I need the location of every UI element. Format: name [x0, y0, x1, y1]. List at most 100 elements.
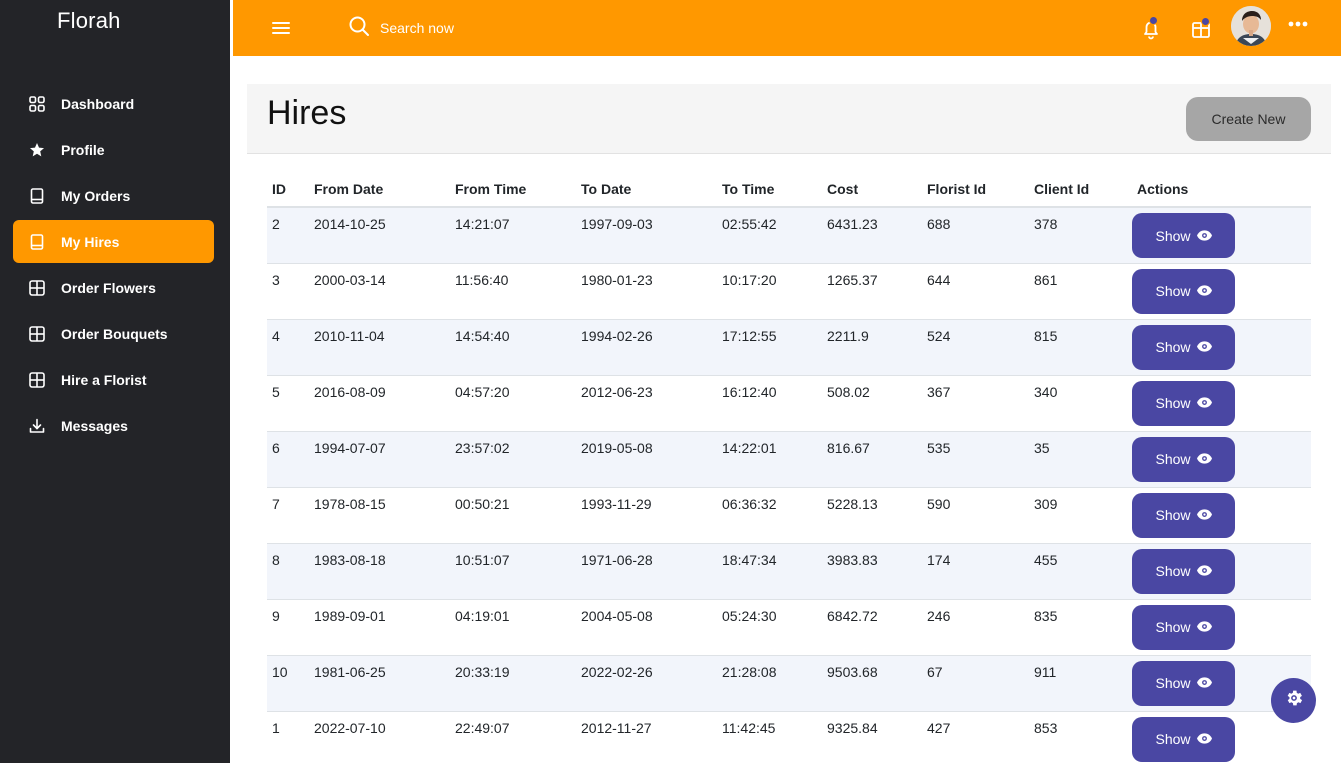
cell-actions: Show	[1132, 487, 1311, 544]
column-header-from-time: From Time	[450, 172, 576, 208]
sidebar-item-label: Order Bouquets	[61, 325, 168, 342]
sidebar-item-order-bouquets[interactable]: Order Bouquets	[13, 312, 214, 355]
show-button-label: Show	[1155, 227, 1191, 244]
cell-florist-id: 246	[922, 599, 1029, 656]
notification-dot	[1201, 17, 1210, 26]
sidebar: Florah Dashboard Profile My Orders My Hi…	[0, 0, 230, 763]
download-icon	[28, 417, 46, 435]
cell-actions: Show	[1132, 263, 1311, 320]
table-row: 3 2000-03-14 11:56:40 1980-01-23 10:17:20 126…	[267, 263, 1311, 320]
show-button[interactable]: Show	[1132, 268, 1235, 314]
eye-icon	[1196, 339, 1212, 355]
cell-from-time: 23:57:02	[450, 431, 576, 488]
show-button-label: Show	[1155, 339, 1191, 355]
cell-cost: 9503.68	[822, 655, 922, 712]
table-body: 2 2014-10-25 14:21:07 1997-09-03 02:55:42 643…	[267, 207, 1311, 763]
sidebar-item-my-orders[interactable]: My Orders	[13, 174, 214, 217]
cell-from-time: 00:50:21	[450, 487, 576, 544]
hires-table: ID From Date From Time To Date To Time Cost Fl…	[267, 172, 1311, 763]
search-placeholder: Search now	[380, 20, 454, 36]
menu-icon[interactable]	[271, 18, 291, 38]
avatar[interactable]	[1231, 6, 1271, 46]
cell-id: 8	[267, 543, 309, 600]
table-row: 1 2022-07-10 22:49:07 2012-11-27 11:42:45 932…	[267, 711, 1311, 763]
cell-id: 3	[267, 263, 309, 320]
cell-cost: 2211.9	[822, 319, 922, 376]
sidebar-item-hire-a-florist[interactable]: Hire a Florist	[13, 358, 214, 401]
page-title: Hires	[267, 94, 347, 132]
column-header-cost: Cost	[822, 172, 922, 208]
search-icon	[348, 15, 370, 42]
cell-from-date: 1994-07-07	[309, 431, 450, 488]
settings-button[interactable]	[1271, 678, 1316, 723]
column-header-to-time: To Time	[717, 172, 822, 208]
cell-cost: 9325.84	[822, 711, 922, 763]
cell-client-id: 853	[1029, 711, 1132, 763]
cell-to-date: 2004-05-08	[576, 599, 717, 656]
cell-id: 6	[267, 431, 309, 488]
bell-icon[interactable]	[1137, 14, 1165, 42]
table-row: 9 1989-09-01 04:19:01 2004-05-08 05:24:30 684…	[267, 599, 1311, 656]
sidebar-item-messages[interactable]: Messages	[13, 404, 214, 447]
show-button-label: Show	[1155, 731, 1191, 747]
cell-from-date: 2022-07-10	[309, 711, 450, 763]
sidebar-item-label: Order Flowers	[61, 279, 156, 296]
cell-actions: Show	[1132, 207, 1311, 264]
cell-client-id: 911	[1029, 655, 1132, 712]
cell-id: 9	[267, 599, 309, 656]
cell-to-time: 10:17:20	[717, 263, 822, 320]
more-icon[interactable]	[1286, 12, 1310, 36]
show-button-label: Show	[1155, 283, 1191, 299]
cell-cost: 5228.13	[822, 487, 922, 544]
cell-from-date: 2014-10-25	[309, 207, 450, 264]
cell-to-date: 2019-05-08	[576, 431, 717, 488]
column-header-florist-id: Florist Id	[922, 172, 1029, 208]
show-button[interactable]: Show	[1132, 213, 1235, 258]
show-button[interactable]: Show	[1132, 436, 1235, 482]
sidebar-item-dashboard[interactable]: Dashboard	[13, 82, 214, 125]
show-button[interactable]: Show	[1132, 492, 1235, 538]
book-icon	[28, 233, 46, 251]
show-button[interactable]: Show	[1132, 380, 1235, 426]
show-button-label: Show	[1155, 619, 1191, 635]
cell-cost: 1265.37	[822, 263, 922, 320]
cell-to-date: 2012-06-23	[576, 375, 717, 432]
gift-icon[interactable]	[1188, 14, 1216, 42]
gear-icon	[1284, 688, 1304, 713]
cell-from-date: 2000-03-14	[309, 263, 450, 320]
show-button[interactable]: Show	[1132, 660, 1235, 706]
show-button[interactable]: Show	[1132, 604, 1235, 650]
sidebar-item-label: Messages	[61, 417, 128, 434]
notification-dot	[1149, 16, 1158, 25]
show-button[interactable]: Show	[1132, 548, 1235, 594]
show-button[interactable]: Show	[1132, 324, 1235, 370]
sidebar-nav: Dashboard Profile My Orders My Hires Ord…	[13, 82, 214, 450]
cell-from-date: 1978-08-15	[309, 487, 450, 544]
cell-from-date: 1981-06-25	[309, 655, 450, 712]
sidebar-item-profile[interactable]: Profile	[13, 128, 214, 171]
sidebar-item-order-flowers[interactable]: Order Flowers	[13, 266, 214, 309]
cell-florist-id: 644	[922, 263, 1029, 320]
cell-to-date: 1980-01-23	[576, 263, 717, 320]
cell-actions: Show	[1132, 319, 1311, 376]
create-new-button[interactable]: Create New	[1186, 97, 1311, 141]
cell-florist-id: 535	[922, 431, 1029, 488]
sidebar-item-my-hires[interactable]: My Hires	[13, 220, 214, 263]
cell-id: 7	[267, 487, 309, 544]
cell-actions: Show	[1132, 375, 1311, 432]
table-row: 2 2014-10-25 14:21:07 1997-09-03 02:55:42 643…	[267, 207, 1311, 264]
cell-to-time: 21:28:08	[717, 655, 822, 712]
search-input[interactable]: Search now	[348, 15, 454, 41]
column-header-from-date: From Date	[309, 172, 450, 208]
brand-logo[interactable]: Florah	[57, 8, 121, 34]
table-row: 4 2010-11-04 14:54:40 1994-02-26 17:12:55 221…	[267, 319, 1311, 376]
cell-to-time: 16:12:40	[717, 375, 822, 432]
column-header-client-id: Client Id	[1029, 172, 1132, 208]
table-row: 5 2016-08-09 04:57:20 2012-06-23 16:12:40 508…	[267, 375, 1311, 432]
eye-icon	[1196, 731, 1212, 747]
cell-actions: Show	[1132, 599, 1311, 656]
cell-id: 2	[267, 207, 309, 264]
top-bar: Search now	[233, 0, 1341, 56]
page-header: Hires Create New	[247, 84, 1331, 154]
show-button[interactable]: Show	[1132, 716, 1235, 762]
